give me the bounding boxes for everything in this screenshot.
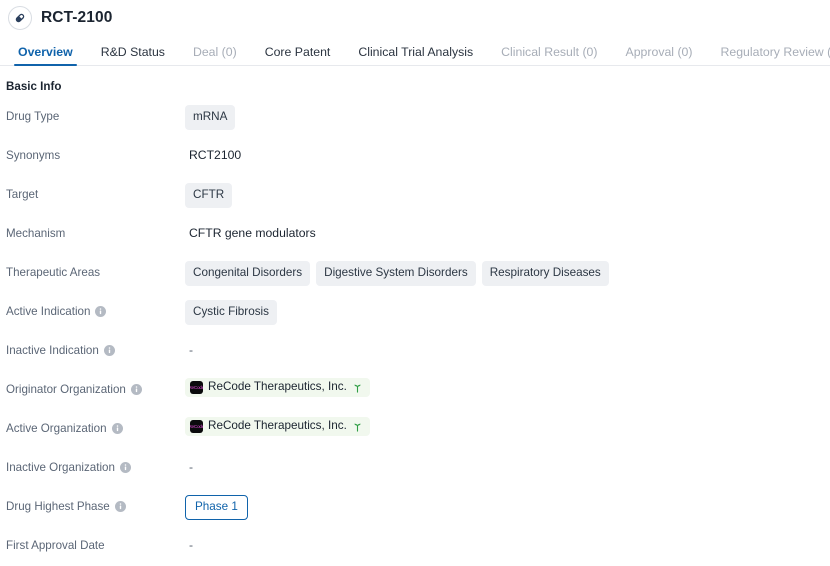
row-value-drug-type: mRNA bbox=[185, 98, 830, 130]
table-row: Therapeutic Areas Congenital Disorders D… bbox=[0, 254, 830, 293]
chip-target[interactable]: CFTR bbox=[185, 183, 233, 208]
row-label-text: Synonyms bbox=[6, 149, 61, 162]
info-icon[interactable] bbox=[114, 501, 126, 512]
row-label-drug-highest-phase: Drug Highest Phase bbox=[6, 488, 185, 513]
chip-organization[interactable]: ReCode ReCode Therapeutics, Inc. bbox=[185, 417, 370, 436]
table-row: Inactive Indication - bbox=[0, 332, 830, 371]
table-row: Originator Organization ReCode ReCode Th… bbox=[0, 371, 830, 410]
tab-clinical-trial-analysis[interactable]: Clinical Trial Analysis bbox=[344, 45, 487, 66]
tab-approval[interactable]: Approval (0) bbox=[612, 45, 707, 66]
row-value-inactive-organization: - bbox=[185, 449, 830, 475]
tab-regulatory-review[interactable]: Regulatory Review (0) bbox=[706, 45, 830, 66]
table-row: Target CFTR bbox=[0, 176, 830, 215]
info-icon[interactable] bbox=[95, 306, 107, 317]
empty-value: - bbox=[189, 343, 194, 357]
row-value-mechanism: CFTR gene modulators bbox=[185, 215, 830, 241]
tab-core-patent[interactable]: Core Patent bbox=[251, 45, 345, 66]
row-value-therapeutic-areas: Congenital Disorders Digestive System Di… bbox=[185, 254, 830, 286]
chip-drug-type[interactable]: mRNA bbox=[185, 105, 236, 130]
row-label-inactive-organization: Inactive Organization bbox=[6, 449, 185, 474]
info-icon[interactable] bbox=[119, 462, 131, 473]
text-synonyms: RCT2100 bbox=[189, 148, 242, 162]
table-row: Mechanism CFTR gene modulators bbox=[0, 215, 830, 254]
row-label-text: Drug Type bbox=[6, 110, 60, 123]
tab-bar: Overview R&D Status Deal (0) Core Patent… bbox=[0, 36, 830, 67]
organization-name: ReCode Therapeutics, Inc. bbox=[208, 380, 347, 394]
tab-deal[interactable]: Deal (0) bbox=[179, 45, 251, 66]
table-row: Active Organization ReCode ReCode Therap… bbox=[0, 410, 830, 449]
capsule-pill-icon bbox=[8, 6, 32, 30]
row-value-active-organization: ReCode ReCode Therapeutics, Inc. bbox=[185, 410, 830, 436]
organization-logo-icon: ReCode bbox=[190, 381, 203, 394]
chip-organization[interactable]: ReCode ReCode Therapeutics, Inc. bbox=[185, 378, 370, 397]
empty-value: - bbox=[189, 460, 194, 474]
table-row: First Approval Date - bbox=[0, 527, 830, 566]
row-label-target: Target bbox=[6, 176, 185, 201]
tab-overview[interactable]: Overview bbox=[4, 45, 87, 67]
table-row: Active Indication Cystic Fibrosis bbox=[0, 293, 830, 332]
tab-rd-status[interactable]: R&D Status bbox=[87, 45, 179, 66]
row-label-text: First Approval Date bbox=[6, 539, 105, 552]
row-value-target: CFTR bbox=[185, 176, 830, 208]
organization-name: ReCode Therapeutics, Inc. bbox=[208, 419, 347, 433]
row-label-originator-organization: Originator Organization bbox=[6, 371, 185, 396]
row-label-drug-type: Drug Type bbox=[6, 98, 185, 123]
row-label-active-organization: Active Organization bbox=[6, 410, 185, 435]
table-row: Synonyms RCT2100 bbox=[0, 137, 830, 176]
page-title: RCT-2100 bbox=[41, 9, 113, 26]
row-value-originator-organization: ReCode ReCode Therapeutics, Inc. bbox=[185, 371, 830, 397]
chip-therapeutic-area[interactable]: Digestive System Disorders bbox=[316, 261, 476, 286]
tab-clinical-result[interactable]: Clinical Result (0) bbox=[487, 45, 611, 66]
table-row: Inactive Organization - bbox=[0, 449, 830, 488]
basic-info-rows: Drug Type mRNA Synonyms RCT2100 Target C… bbox=[0, 93, 830, 566]
organization-logo-icon: ReCode bbox=[190, 420, 203, 433]
row-label-text: Mechanism bbox=[6, 227, 66, 240]
row-label-active-indication: Active Indication bbox=[6, 293, 185, 318]
section-title-basic-info: Basic Info bbox=[6, 80, 62, 93]
row-label-text: Active Organization bbox=[6, 422, 107, 435]
table-row: Drug Highest Phase Phase 1 bbox=[0, 488, 830, 527]
row-label-text: Originator Organization bbox=[6, 383, 126, 396]
chip-active-indication[interactable]: Cystic Fibrosis bbox=[185, 300, 277, 325]
row-value-synonyms: RCT2100 bbox=[185, 137, 830, 163]
row-value-drug-highest-phase: Phase 1 bbox=[185, 488, 830, 520]
plant-sprout-icon bbox=[352, 382, 363, 393]
info-icon[interactable] bbox=[130, 384, 142, 395]
row-label-text: Active Indication bbox=[6, 305, 91, 318]
row-label-mechanism: Mechanism bbox=[6, 215, 185, 240]
status-badge-phase[interactable]: Phase 1 bbox=[185, 495, 248, 520]
chip-therapeutic-area[interactable]: Respiratory Diseases bbox=[481, 261, 609, 286]
info-icon[interactable] bbox=[111, 423, 123, 434]
plant-sprout-icon bbox=[352, 421, 363, 432]
row-label-synonyms: Synonyms bbox=[6, 137, 185, 162]
row-label-text: Therapeutic Areas bbox=[6, 266, 101, 279]
text-mechanism: CFTR gene modulators bbox=[189, 226, 316, 240]
organization-logo-text: ReCode bbox=[190, 423, 203, 430]
page-header: RCT-2100 bbox=[0, 0, 830, 36]
row-label-text: Target bbox=[6, 188, 39, 201]
info-icon[interactable] bbox=[103, 345, 115, 356]
empty-value: - bbox=[189, 538, 194, 552]
row-label-inactive-indication: Inactive Indication bbox=[6, 332, 185, 357]
table-row: Drug Type mRNA bbox=[0, 98, 830, 137]
organization-logo-text: ReCode bbox=[190, 384, 203, 391]
row-value-first-approval-date: - bbox=[185, 527, 830, 553]
row-label-text: Inactive Organization bbox=[6, 461, 115, 474]
chip-therapeutic-area[interactable]: Congenital Disorders bbox=[185, 261, 311, 286]
row-label-text: Inactive Indication bbox=[6, 344, 99, 357]
row-value-inactive-indication: - bbox=[185, 332, 830, 358]
row-label-first-approval-date: First Approval Date bbox=[6, 527, 185, 552]
row-value-active-indication: Cystic Fibrosis bbox=[185, 293, 830, 325]
row-label-text: Drug Highest Phase bbox=[6, 500, 110, 513]
row-label-therapeutic-areas: Therapeutic Areas bbox=[6, 254, 185, 279]
